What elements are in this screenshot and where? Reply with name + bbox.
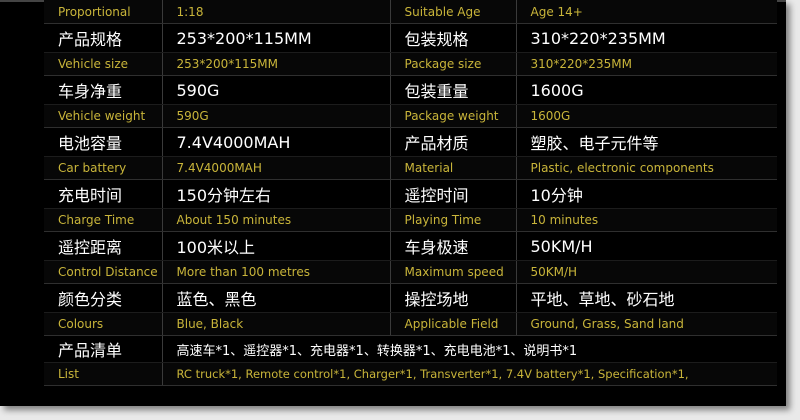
spec-label-cn: 车身净重 bbox=[44, 75, 162, 105]
spec-row-cn: 电池容量 7.4V4000MAH 产品材质 塑胶、电子元件等 bbox=[44, 127, 777, 157]
spec-value-en: About 150 minutes bbox=[161, 208, 390, 232]
spec-label-en: Car battery bbox=[44, 156, 162, 180]
spec-label-en: Proportional bbox=[44, 0, 162, 24]
spec-label-cn: 电池容量 bbox=[44, 127, 162, 157]
spec-row-cn: 充电时间 150分钟左右 遥控时间 10分钟 bbox=[44, 179, 777, 209]
spec-value-en: Ground, Grass, Sand land bbox=[515, 312, 777, 336]
spec-label-cn: 包装规格 bbox=[389, 23, 516, 53]
spec-label-en: Vehicle size bbox=[44, 52, 162, 76]
spec-value-cn: 150分钟左右 bbox=[161, 179, 390, 209]
spec-value-en: 50KM/H bbox=[515, 260, 777, 284]
spec-value-en: 1:18 bbox=[161, 0, 390, 24]
spec-row-en: Proportional 1:18 Suitable Age Age 14+ bbox=[44, 0, 777, 24]
spec-sheet-frame: Proportional 1:18 Suitable Age Age 14+ 产… bbox=[0, 0, 786, 406]
spec-value-en: Plastic, electronic components bbox=[515, 156, 777, 180]
spec-value-en: More than 100 metres bbox=[161, 260, 390, 284]
spec-value-en: Blue, Black bbox=[161, 312, 390, 336]
spec-row-en: Control Distance More than 100 metres Ma… bbox=[44, 260, 777, 284]
spec-label-cn: 充电时间 bbox=[44, 179, 162, 209]
spec-value-cn: 10分钟 bbox=[515, 179, 777, 209]
spec-label-en: Applicable Field bbox=[389, 312, 516, 336]
spec-label-en: Maximum speed bbox=[389, 260, 516, 284]
spec-value-cn: 1600G bbox=[515, 75, 777, 105]
spec-label-en: Vehicle weight bbox=[44, 104, 162, 128]
spec-label-en: Package size bbox=[389, 52, 516, 76]
spec-value-cn: 50KM/H bbox=[515, 231, 777, 261]
spec-value-en: 7.4V4000MAH bbox=[161, 156, 390, 180]
spec-table: Proportional 1:18 Suitable Age Age 14+ 产… bbox=[44, 0, 777, 386]
package-list-row-cn: 产品清单 高速车*1、遥控器*1、充电器*1、转换器*1、充电电池*1、说明书*… bbox=[44, 335, 777, 363]
spec-value-en: 590G bbox=[161, 104, 390, 128]
spec-row-cn: 颜色分类 蓝色、黑色 操控场地 平地、草地、砂石地 bbox=[44, 283, 777, 313]
spec-label-en: Control Distance bbox=[44, 260, 162, 284]
spec-value-en: 1600G bbox=[515, 104, 777, 128]
package-list-value-cn: 高速车*1、遥控器*1、充电器*1、转换器*1、充电电池*1、说明书*1 bbox=[161, 335, 777, 363]
spec-row-en: Vehicle weight 590G Package weight 1600G bbox=[44, 104, 777, 128]
spec-label-cn: 车身极速 bbox=[389, 231, 516, 261]
spec-value-cn: 蓝色、黑色 bbox=[161, 283, 390, 313]
package-list-label-en: List bbox=[44, 362, 162, 386]
spec-label-en: Suitable Age bbox=[389, 0, 516, 24]
spec-label-en: Package weight bbox=[389, 104, 516, 128]
spec-value-cn: 253*200*115MM bbox=[161, 23, 390, 53]
spec-value-cn: 310*220*235MM bbox=[515, 23, 777, 53]
spec-label-en: Material bbox=[389, 156, 516, 180]
spec-value-cn: 平地、草地、砂石地 bbox=[515, 283, 777, 313]
spec-row-en: Vehicle size 253*200*115MM Package size … bbox=[44, 52, 777, 76]
spec-row-en: Car battery 7.4V4000MAH Material Plastic… bbox=[44, 156, 777, 180]
spec-label-cn: 遥控距离 bbox=[44, 231, 162, 261]
spec-value-en: 253*200*115MM bbox=[161, 52, 390, 76]
spec-label-en: Charge Time bbox=[44, 208, 162, 232]
spec-row-cn: 遥控距离 100米以上 车身极速 50KM/H bbox=[44, 231, 777, 261]
package-list-label-cn: 产品清单 bbox=[44, 335, 162, 363]
spec-label-en: Playing Time bbox=[389, 208, 516, 232]
spec-value-en: 10 minutes bbox=[515, 208, 777, 232]
spec-label-cn: 产品材质 bbox=[389, 127, 516, 157]
spec-value-en: 310*220*235MM bbox=[515, 52, 777, 76]
package-list-value-en: RC truck*1, Remote control*1, Charger*1,… bbox=[161, 362, 777, 386]
spec-label-cn: 产品规格 bbox=[44, 23, 162, 53]
spec-value-en: Age 14+ bbox=[515, 0, 777, 24]
spec-label-en: Colours bbox=[44, 312, 162, 336]
spec-row-en: Colours Blue, Black Applicable Field Gro… bbox=[44, 312, 777, 336]
spec-label-cn: 操控场地 bbox=[389, 283, 516, 313]
spec-value-cn: 塑胶、电子元件等 bbox=[515, 127, 777, 157]
spec-label-cn: 包装重量 bbox=[389, 75, 516, 105]
spec-row-cn: 车身净重 590G 包装重量 1600G bbox=[44, 75, 777, 105]
package-list-row-en: List RC truck*1, Remote control*1, Charg… bbox=[44, 362, 777, 386]
spec-value-cn: 7.4V4000MAH bbox=[161, 127, 390, 157]
spec-row-en: Charge Time About 150 minutes Playing Ti… bbox=[44, 208, 777, 232]
spec-value-cn: 100米以上 bbox=[161, 231, 390, 261]
spec-label-cn: 遥控时间 bbox=[389, 179, 516, 209]
spec-row-cn: 产品规格 253*200*115MM 包装规格 310*220*235MM bbox=[44, 23, 777, 53]
spec-label-cn: 颜色分类 bbox=[44, 283, 162, 313]
spec-value-cn: 590G bbox=[161, 75, 390, 105]
